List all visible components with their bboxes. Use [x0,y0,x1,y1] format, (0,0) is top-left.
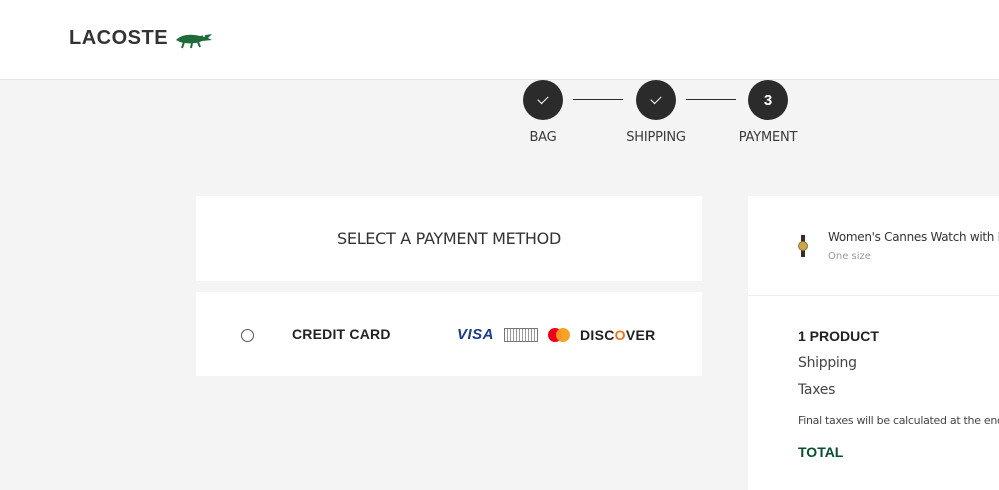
credit-card-option[interactable]: CREDIT CARD VISA DISCOVER [196,292,702,376]
credit-card-radio[interactable] [241,329,254,342]
accepted-cards: VISA DISCOVER [457,326,656,343]
step-label-bag[interactable]: BAG [529,130,556,145]
mastercard-icon [548,327,571,342]
step-connector [573,99,623,100]
checkout-stepper: 3 BAG SHIPPING PAYMENT [0,0,999,160]
shipping-label: Shipping [798,355,857,371]
total-label: TOTAL [798,444,844,460]
item-name[interactable]: Women's Cannes Watch with Black L [828,230,999,244]
credit-card-label[interactable]: CREDIT CARD [292,326,391,342]
discover-icon: DISCOVER [580,326,656,343]
item-size: One size [828,251,871,262]
step-bag-circle[interactable] [523,80,563,120]
check-icon [537,92,549,105]
product-count: 1 PRODUCT [798,328,879,344]
watch-thumbnail[interactable] [798,235,808,257]
visa-icon: VISA [457,326,495,343]
taxes-label: Taxes [798,382,836,398]
step-number: 3 [763,91,773,109]
taxes-note: Final taxes will be calculated at the en… [798,414,999,427]
check-icon [650,92,662,105]
step-shipping-circle[interactable] [636,80,676,120]
step-label-payment: PAYMENT [738,130,798,145]
order-summary: Women's Cannes Watch with Black L One si… [748,196,999,490]
amex-icon [504,327,539,342]
payment-method-header: SELECT A PAYMENT METHOD [196,196,702,281]
step-payment-circle: 3 [748,80,788,120]
step-connector [686,99,736,100]
step-label-shipping[interactable]: SHIPPING [626,130,686,145]
payment-method-title: SELECT A PAYMENT METHOD [337,229,561,248]
summary-item: Women's Cannes Watch with Black L One si… [748,196,999,296]
